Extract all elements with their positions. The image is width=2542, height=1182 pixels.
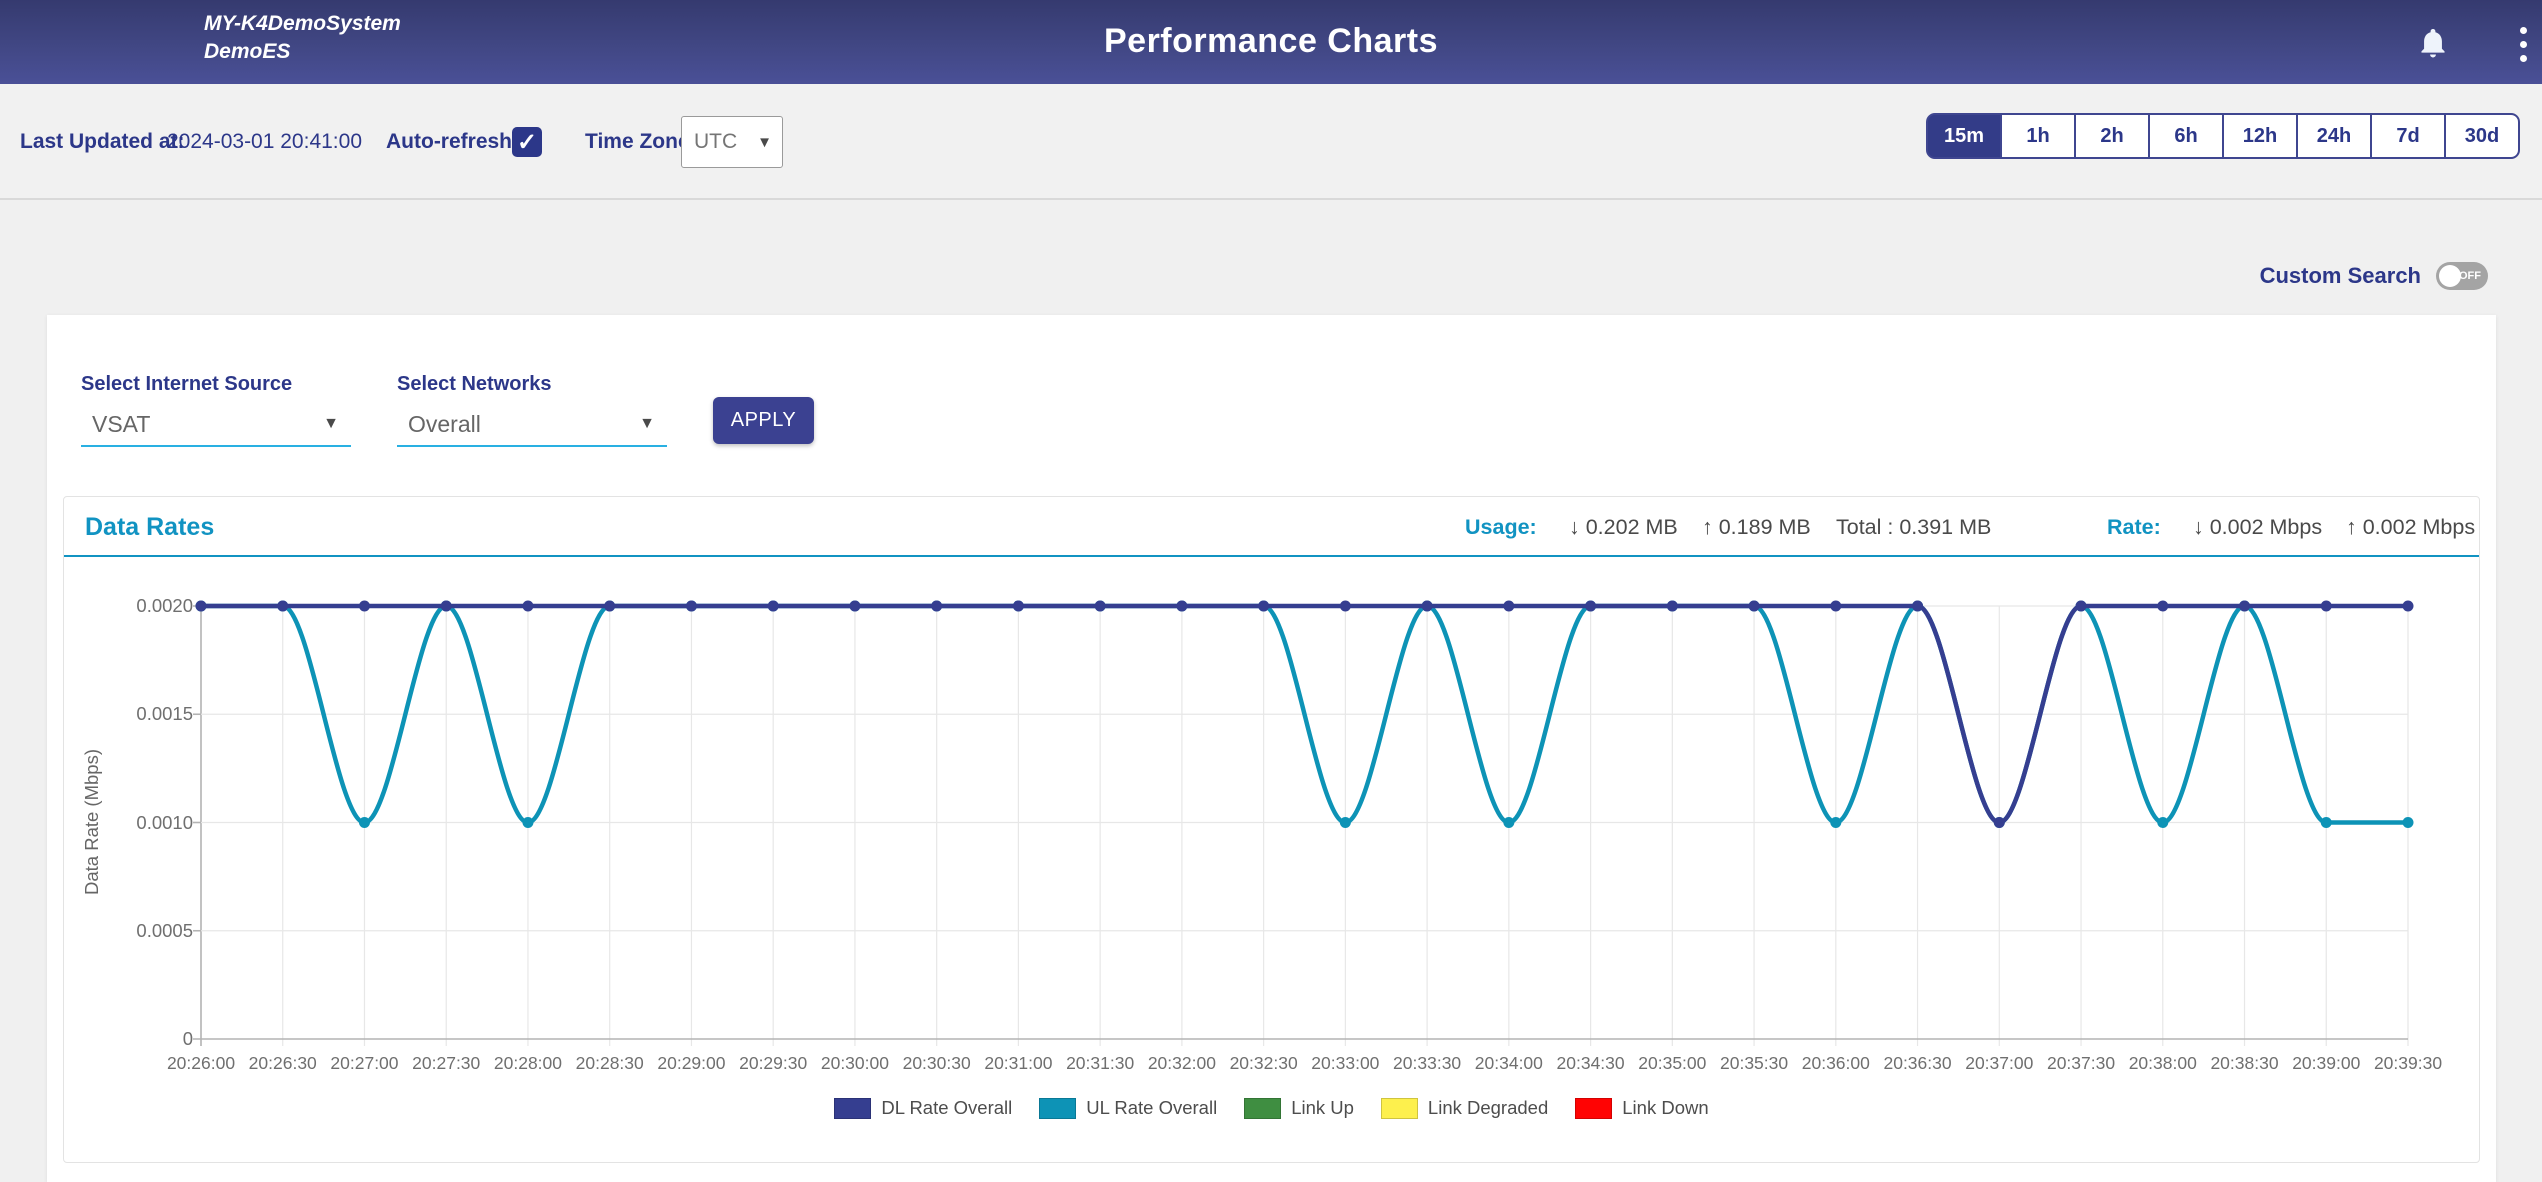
- networks-select[interactable]: Overall ▼: [397, 403, 667, 447]
- apply-button[interactable]: APPLY: [713, 397, 814, 444]
- last-updated-value: 2024-03-01 20:41:00: [167, 84, 362, 200]
- range-button-24h[interactable]: 24h: [2296, 113, 2372, 159]
- internet-source-label: Select Internet Source: [81, 373, 292, 396]
- time-range-button-group: 15m1h2h6h12h24h7d30d: [1926, 113, 2520, 159]
- usage-label: Usage:: [1465, 497, 1537, 557]
- toggle-state-label: OFF: [2459, 270, 2481, 282]
- range-button-30d[interactable]: 30d: [2444, 113, 2520, 159]
- internet-source-select[interactable]: VSAT ▼: [81, 403, 351, 447]
- usage-upload: ↑ 0.189 MB: [1702, 497, 1811, 557]
- y-tick-label: 0.0010: [64, 812, 193, 834]
- legend-swatch: [1575, 1098, 1612, 1119]
- legend-label: Link Degraded: [1428, 1097, 1548, 1119]
- legend-label: DL Rate Overall: [881, 1097, 1012, 1119]
- legend-swatch: [1244, 1098, 1281, 1119]
- internet-source-value: VSAT: [81, 411, 323, 438]
- page-title: Performance Charts: [0, 22, 2542, 61]
- time-zone-select[interactable]: UTC ▼: [681, 116, 783, 168]
- toolbar: Last Updated at: 2024-03-01 20:41:00 Aut…: [0, 84, 2542, 200]
- legend-label: UL Rate Overall: [1086, 1097, 1217, 1119]
- app-header: MY-K4DemoSystem DemoES Performance Chart…: [0, 0, 2542, 84]
- card-title: Data Rates: [85, 497, 214, 557]
- rate-label: Rate:: [2107, 497, 2161, 557]
- usage-download: ↓ 0.202 MB: [1569, 497, 1678, 557]
- custom-search-label: Custom Search: [2260, 263, 2421, 289]
- legend-label: Link Up: [1291, 1097, 1354, 1119]
- custom-search-toggle[interactable]: OFF: [2436, 262, 2488, 290]
- data-rates-chart: Data Rate (Mbps) 00.00050.00100.00150.00…: [64, 559, 2479, 1159]
- legend-item-ul-rate-overall[interactable]: UL Rate Overall: [1039, 1097, 1217, 1119]
- networks-label: Select Networks: [397, 373, 552, 396]
- chart-legend: DL Rate Overall UL Rate Overall Link Up Lin…: [64, 1097, 2479, 1119]
- chevron-down-icon: ▼: [323, 415, 351, 433]
- time-zone-label: Time Zone: [585, 84, 690, 200]
- main-panel: Select Internet Source Select Networks V…: [47, 315, 2496, 1182]
- notifications-bell-icon[interactable]: [2416, 26, 2450, 60]
- legend-item-link-degraded[interactable]: Link Degraded: [1381, 1097, 1548, 1119]
- rate-download: ↓ 0.002 Mbps: [2193, 497, 2322, 557]
- legend-item-link-down[interactable]: Link Down: [1575, 1097, 1708, 1119]
- y-tick-label: 0.0020: [64, 595, 193, 617]
- legend-item-link-up[interactable]: Link Up: [1244, 1097, 1354, 1119]
- rate-upload: ↑ 0.002 Mbps: [2346, 497, 2475, 557]
- legend-swatch: [1039, 1098, 1076, 1119]
- custom-search-row: Custom Search OFF: [2260, 262, 2488, 290]
- range-button-1h[interactable]: 1h: [2000, 113, 2076, 159]
- range-button-2h[interactable]: 2h: [2074, 113, 2150, 159]
- data-rates-card: Data Rates Usage: ↓ 0.202 MB ↑ 0.189 MB …: [63, 496, 2480, 1163]
- toggle-knob: [2439, 265, 2461, 287]
- legend-swatch: [834, 1098, 871, 1119]
- usage-total: Total : 0.391 MB: [1836, 497, 1991, 557]
- auto-refresh-checkbox[interactable]: ✓: [512, 127, 542, 157]
- chevron-down-icon: ▼: [639, 415, 667, 433]
- y-tick-label: 0.0015: [64, 703, 193, 725]
- card-header: Data Rates Usage: ↓ 0.202 MB ↑ 0.189 MB …: [64, 497, 2479, 557]
- last-updated-label: Last Updated at:: [20, 84, 185, 200]
- legend-swatch: [1381, 1098, 1418, 1119]
- kebab-menu-icon[interactable]: [2514, 24, 2532, 64]
- range-button-12h[interactable]: 12h: [2222, 113, 2298, 159]
- range-button-15m[interactable]: 15m: [1926, 113, 2002, 159]
- y-tick-label: 0: [64, 1028, 193, 1050]
- chevron-down-icon: ▼: [757, 134, 782, 151]
- range-button-7d[interactable]: 7d: [2370, 113, 2446, 159]
- legend-item-dl-rate-overall[interactable]: DL Rate Overall: [834, 1097, 1012, 1119]
- legend-label: Link Down: [1622, 1097, 1708, 1119]
- auto-refresh-label: Auto-refresh: [386, 84, 512, 200]
- range-button-6h[interactable]: 6h: [2148, 113, 2224, 159]
- time-zone-value: UTC: [682, 130, 757, 154]
- x-tick-label: 20:39:30: [2348, 1053, 2468, 1074]
- networks-value: Overall: [397, 411, 639, 438]
- y-tick-label: 0.0005: [64, 920, 193, 942]
